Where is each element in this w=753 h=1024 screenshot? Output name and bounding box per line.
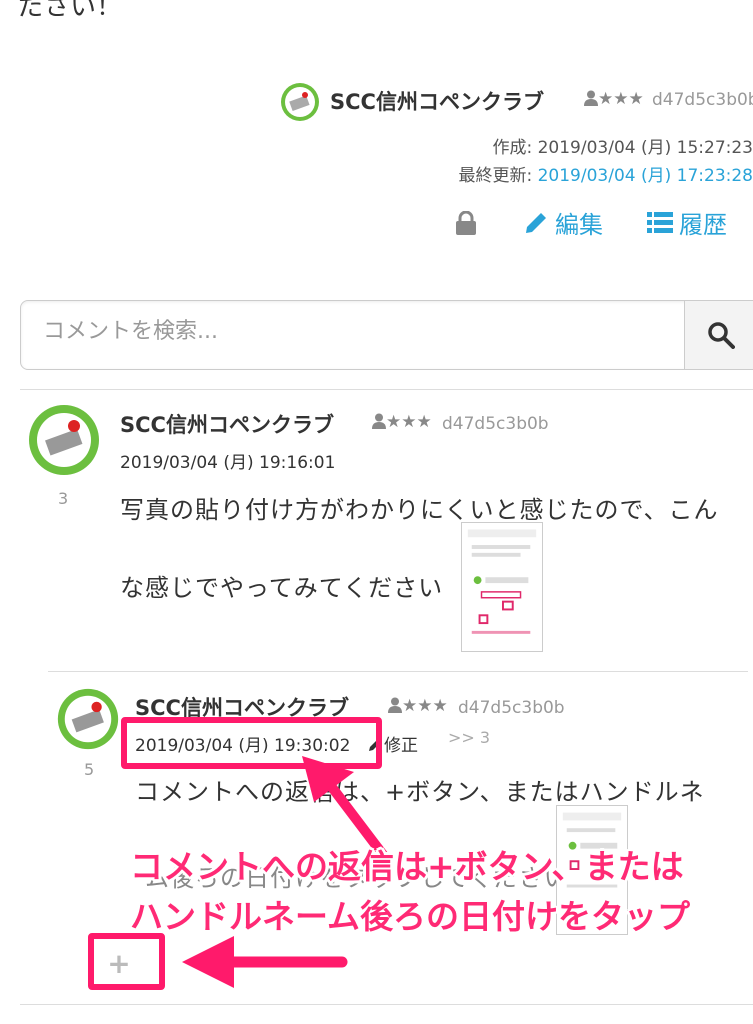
user-icon — [584, 90, 598, 106]
lock-icon — [456, 210, 476, 235]
search-icon — [708, 322, 735, 349]
rank-stars: ★★★ — [402, 696, 448, 716]
updated-value-link[interactable]: 2019/03/04 (月) 17:23:28 — [538, 166, 753, 186]
lock-button[interactable] — [455, 210, 483, 235]
updated-timestamp: 最終更新: 2019/03/04 (月) 17:23:28 — [458, 161, 753, 186]
search-button[interactable] — [684, 301, 753, 369]
list-icon — [647, 211, 673, 233]
author-avatar[interactable] — [280, 82, 320, 122]
comment-date-link[interactable]: 2019/03/04 (月) 19:16:01 — [120, 448, 335, 473]
edit-label: 編集 — [555, 211, 603, 239]
comment-author-name[interactable]: SCC信州コペンクラブ — [120, 409, 334, 439]
divider — [48, 671, 748, 672]
previous-text-fragment: ださい！ — [18, 0, 123, 22]
user-rank-badge: ★★★ — [388, 696, 448, 716]
comment-author-id: d47d5c3b0b — [442, 414, 549, 434]
divider — [20, 1004, 753, 1005]
rank-stars: ★★★ — [386, 412, 432, 432]
comment-avatar[interactable] — [28, 404, 100, 476]
pencil-icon — [526, 212, 546, 233]
comment-search-bar — [20, 300, 753, 370]
created-value: 2019/03/04 (月) 15:27:23 — [537, 138, 753, 158]
created-label: 作成: — [492, 138, 538, 158]
edit-button[interactable]: 編集 — [523, 205, 603, 240]
user-icon — [388, 697, 402, 713]
annotation-caption: ハンドルネーム後ろの日付けをタップ — [130, 897, 691, 936]
comment-search-input[interactable] — [43, 319, 643, 344]
updated-label: 最終更新: — [458, 166, 538, 186]
post-actions: 編集 履歴 — [455, 205, 753, 240]
reply-reference-link[interactable]: >> 3 — [448, 728, 490, 747]
comment-avatar[interactable] — [57, 688, 119, 750]
divider — [20, 389, 753, 390]
comment-body-line: な感じでやってみてください — [120, 574, 444, 602]
rank-stars: ★★★ — [598, 89, 644, 109]
user-rank-badge: ★★★ — [372, 412, 432, 432]
attached-image-thumbnail[interactable] — [461, 522, 543, 652]
history-button[interactable]: 履歴 — [647, 205, 727, 240]
comment-number: 5 — [84, 760, 95, 779]
post-author-name[interactable]: SCC信州コペンクラブ — [330, 86, 544, 116]
comment-author-id: d47d5c3b0b — [458, 698, 565, 718]
history-label: 履歴 — [679, 211, 727, 239]
comment-body-line: コメントへの返信は、+ボタン、またはハンドルネ — [135, 778, 705, 806]
reply-plus-button[interactable]: + — [99, 943, 139, 983]
annotation-caption: コメントへの返信は+ボタン、または — [130, 847, 684, 886]
post-author-id: d47d5c3b0b — [652, 90, 753, 110]
comment-body-line: 写真の貼り付け方がわかりにくいと感じたので、こん — [120, 496, 719, 524]
annotation-arrow-left-icon — [182, 936, 348, 988]
user-rank-badge: ★★★ — [584, 89, 644, 109]
user-icon — [372, 413, 386, 429]
created-timestamp: 作成: 2019/03/04 (月) 15:27:23 — [492, 133, 753, 158]
comment-number: 3 — [58, 489, 69, 508]
